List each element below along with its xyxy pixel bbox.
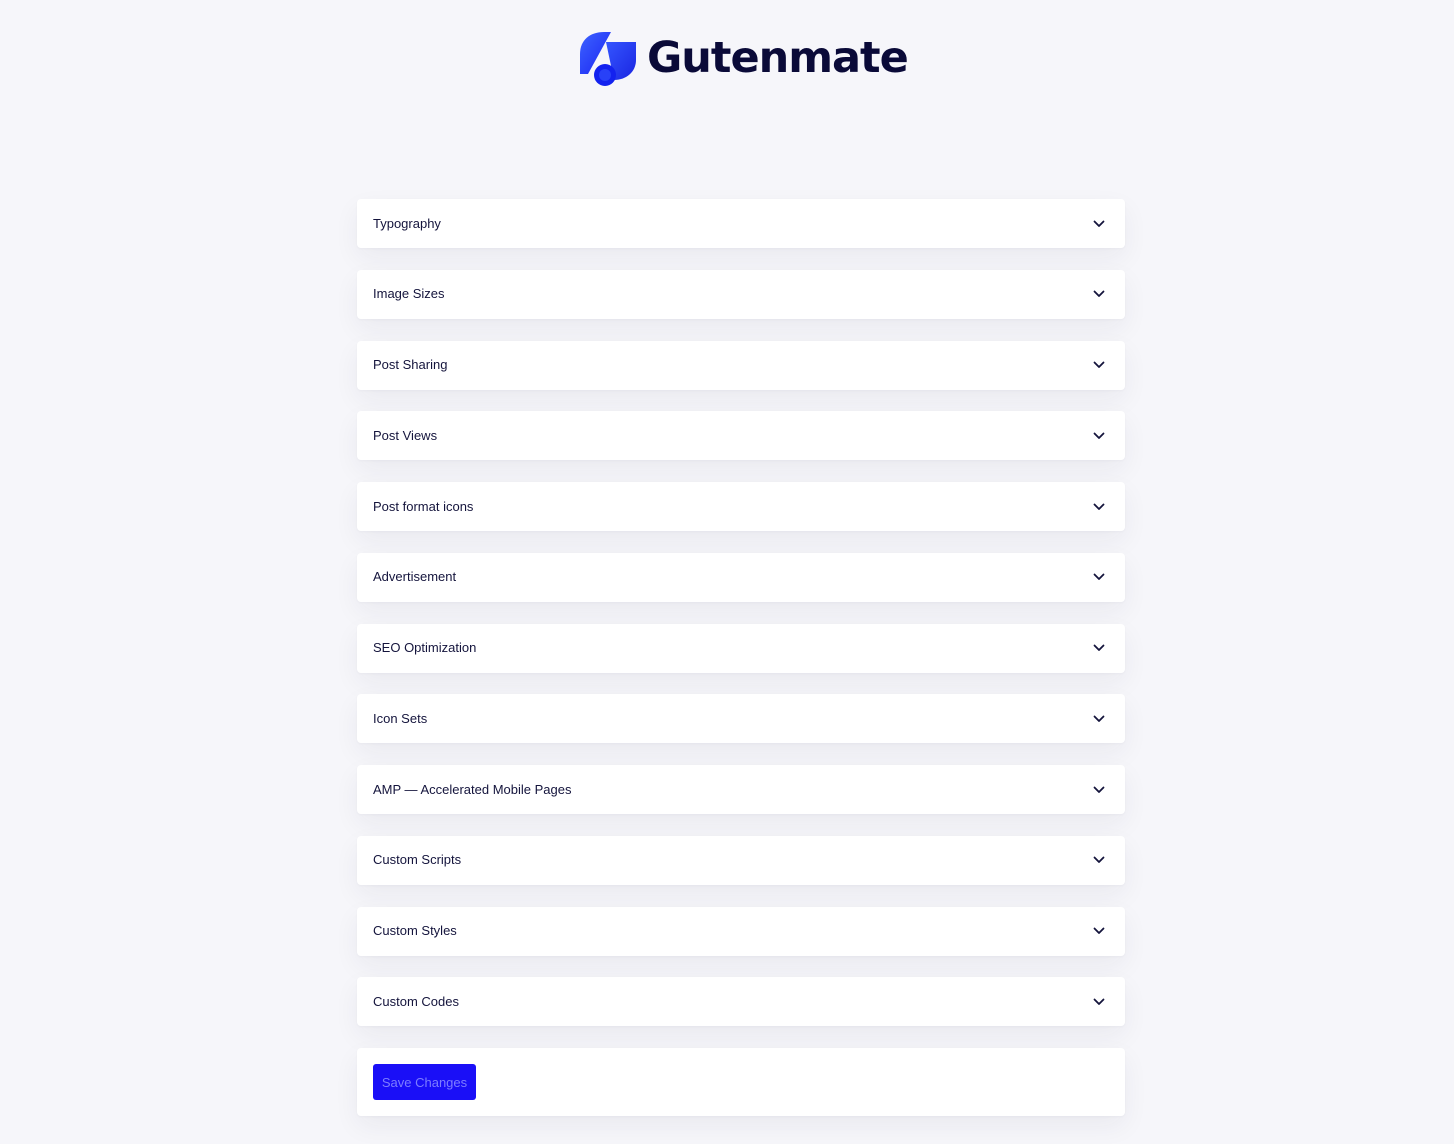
section-amp[interactable]: AMP — Accelerated Mobile Pages: [357, 765, 1125, 814]
save-changes-button[interactable]: Save Changes: [373, 1064, 476, 1100]
chevron-down-icon[interactable]: [1093, 432, 1105, 440]
section-image-sizes[interactable]: Image Sizes: [357, 269, 1125, 319]
chevron-down-icon[interactable]: [1093, 503, 1105, 511]
page-header: Gutenmate: [0, 0, 1454, 120]
chevron-down-icon[interactable]: [1093, 786, 1105, 794]
section-title: Typography: [373, 215, 441, 231]
section-seo-optimization[interactable]: SEO Optimization: [357, 623, 1125, 673]
section-title: AMP — Accelerated Mobile Pages: [373, 781, 572, 797]
section-title: Post format icons: [373, 498, 474, 514]
chevron-down-icon[interactable]: [1093, 220, 1105, 228]
section-custom-scripts[interactable]: Custom Scripts: [357, 835, 1125, 885]
chevron-down-icon[interactable]: [1093, 856, 1105, 864]
chevron-down-icon[interactable]: [1093, 927, 1105, 935]
chevron-down-icon[interactable]: [1093, 998, 1105, 1006]
section-advertisement[interactable]: Advertisement: [357, 552, 1125, 602]
section-custom-styles[interactable]: Custom Styles: [357, 906, 1125, 956]
section-title: Post Sharing: [373, 357, 448, 372]
section-title: Custom Scripts: [373, 852, 462, 868]
section-title: Post Views: [373, 427, 438, 443]
section-title: Custom Codes: [373, 993, 459, 1009]
settings-accordion: Typography Image Sizes Post Sharing Post…: [357, 199, 1125, 1048]
section-title: Custom Styles: [373, 923, 457, 938]
chevron-down-icon[interactable]: [1093, 290, 1105, 298]
chevron-down-icon[interactable]: [1093, 715, 1105, 723]
section-title: Image Sizes: [373, 286, 445, 302]
save-panel: Save Changes: [357, 1048, 1125, 1116]
brand-name: Gutenmate: [647, 33, 909, 83]
chevron-down-icon[interactable]: [1093, 644, 1105, 652]
chevron-down-icon[interactable]: [1093, 573, 1105, 581]
section-icon-sets[interactable]: Icon Sets: [357, 694, 1125, 744]
chevron-down-icon[interactable]: [1093, 361, 1105, 369]
brand-logo[interactable]: Gutenmate: [578, 30, 909, 86]
section-title: Advertisement: [373, 569, 457, 585]
section-post-sharing[interactable]: Post Sharing: [357, 340, 1125, 390]
section-title: SEO Optimization: [373, 640, 477, 655]
section-post-format-icons[interactable]: Post format icons: [357, 482, 1125, 531]
section-typography[interactable]: Typography: [357, 199, 1125, 248]
section-title: Icon Sets: [373, 710, 428, 726]
gutenmate-logo-icon: [580, 32, 636, 86]
section-custom-codes[interactable]: Custom Codes: [357, 977, 1125, 1027]
section-post-views[interactable]: Post Views: [357, 411, 1125, 461]
